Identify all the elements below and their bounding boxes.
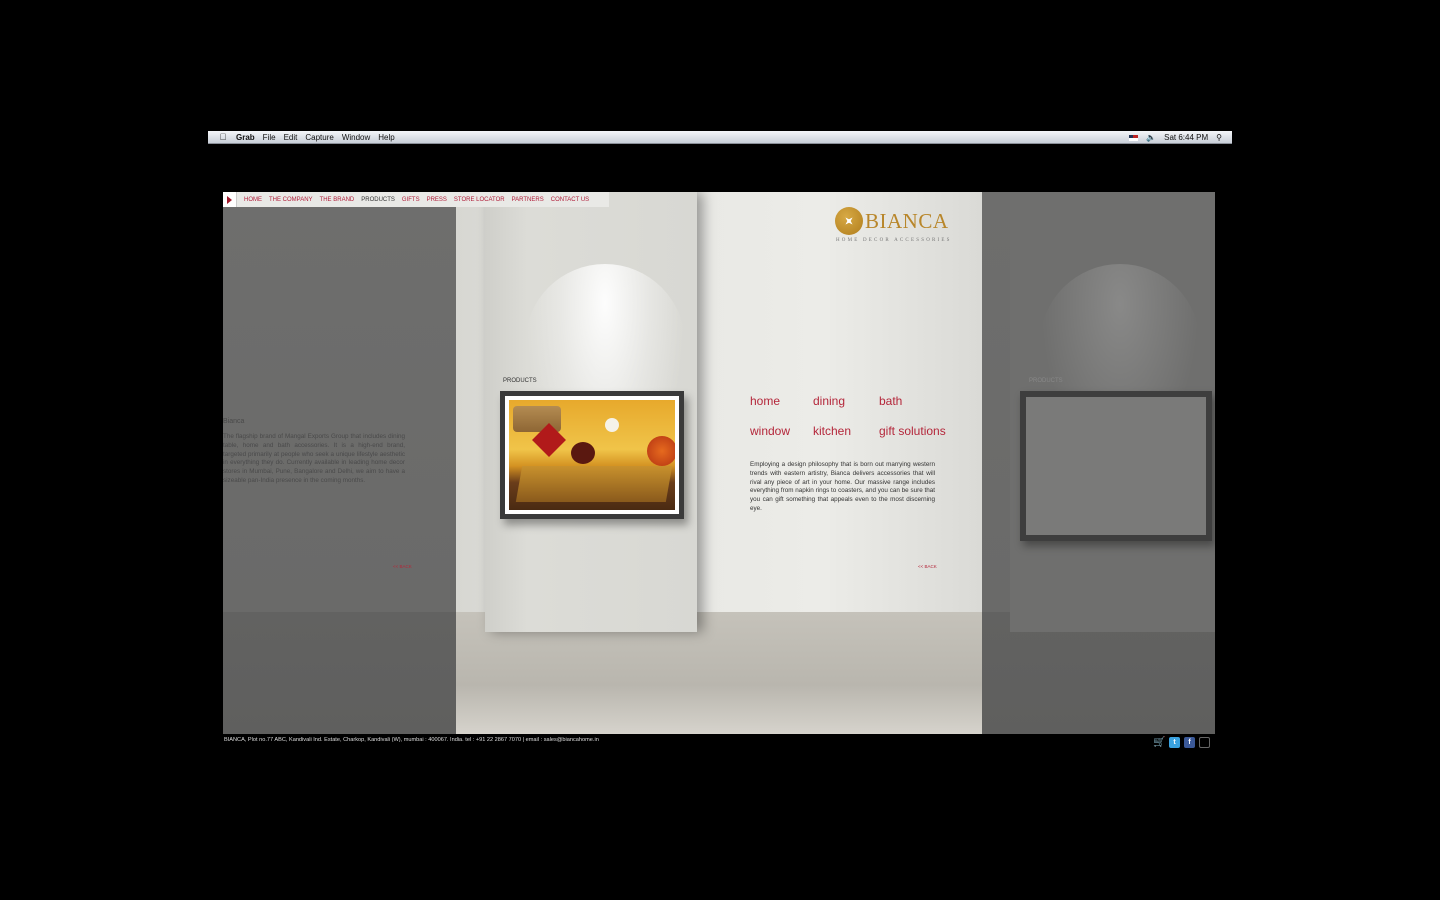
volume-icon[interactable]: 🔈 [1146, 133, 1156, 142]
menu-window[interactable]: Window [342, 131, 370, 144]
menu-edit[interactable]: Edit [284, 131, 298, 144]
logo-tagline: HOME DECOR ACCESSORIES [836, 238, 952, 243]
category-gift-solutions[interactable]: gift solutions [879, 424, 946, 438]
nav-gifts[interactable]: GIFTS [402, 197, 420, 203]
nav-store-locator[interactable]: STORE LOCATOR [454, 197, 505, 203]
menu-app-name[interactable]: Grab [236, 131, 255, 144]
mac-menubar:  Grab File Edit Capture Window Help 🔈 S… [208, 131, 1232, 144]
left-back-link[interactable]: << BACK [393, 564, 412, 569]
left-panel-title: Bianca [223, 418, 245, 425]
fullscreen-icon[interactable] [1199, 737, 1210, 748]
facebook-icon[interactable]: f [1184, 737, 1195, 748]
menu-help[interactable]: Help [378, 131, 394, 144]
nav-arrow-icon[interactable] [223, 192, 237, 207]
bianca-emblem-icon [835, 207, 863, 235]
website-canvas: HOME THE COMPANY THE BRAND PRODUCTS GIFT… [223, 192, 1215, 734]
nav-contact-us[interactable]: CONTACT US [551, 197, 589, 203]
nav-the-brand[interactable]: THE BRAND [320, 197, 355, 203]
footer-address: BIANCA, Plot no.77 ABC, Kandivali Ind. E… [224, 737, 599, 743]
back-link[interactable]: << BACK [918, 564, 937, 569]
menu-capture[interactable]: Capture [305, 131, 333, 144]
nav-products[interactable]: PRODUCTS [361, 197, 395, 203]
nav-press[interactable]: PRESS [427, 197, 447, 203]
category-kitchen[interactable]: kitchen [813, 424, 851, 438]
logo-name: BIANCA [865, 209, 949, 233]
products-label: PRODUCTS [503, 378, 537, 384]
left-panel-text: The flagship brand of Mangal Exports Gro… [223, 433, 405, 484]
right-products-label: PRODUCTS [1029, 378, 1063, 384]
category-home[interactable]: home [750, 394, 780, 408]
twitter-icon[interactable]: t [1169, 737, 1180, 748]
cart-icon[interactable]: 🛒 [1153, 737, 1165, 748]
category-window[interactable]: window [750, 424, 790, 438]
category-dining[interactable]: dining [813, 394, 845, 408]
right-picture-frame [1020, 391, 1212, 541]
spotlight-search-icon[interactable]: ⚲ [1216, 133, 1222, 142]
nav-the-company[interactable]: THE COMPANY [269, 197, 313, 203]
menubar-clock[interactable]: Sat 6:44 PM [1164, 133, 1208, 142]
product-picture-frame[interactable] [500, 391, 684, 519]
menu-file[interactable]: File [263, 131, 276, 144]
brand-description: Employing a design philosophy that is bo… [750, 461, 935, 512]
main-nav: HOME THE COMPANY THE BRAND PRODUCTS GIFT… [223, 192, 609, 207]
nav-home[interactable]: HOME [244, 197, 262, 203]
bianca-logo[interactable]: BIANCA HOME DECOR ACCESSORIES [835, 206, 955, 246]
nav-partners[interactable]: PARTNERS [512, 197, 544, 203]
us-flag-icon[interactable] [1129, 134, 1139, 141]
footer-icons: 🛒 t f [1153, 737, 1210, 748]
product-photo [509, 400, 675, 510]
apple-icon[interactable]:  [218, 132, 228, 142]
category-bath[interactable]: bath [879, 394, 902, 408]
